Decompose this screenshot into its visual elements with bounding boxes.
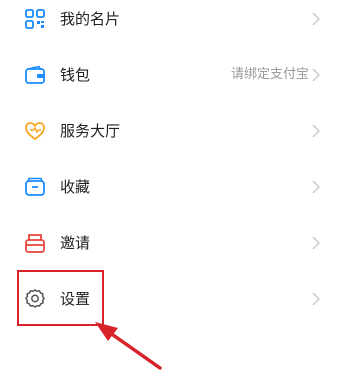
chevron-right-icon [311, 179, 321, 195]
menu-item-label: 邀请 [60, 234, 91, 252]
menu-item-service-hall[interactable]: 服务大厅 [0, 108, 341, 156]
chevron-right-icon [311, 11, 321, 27]
menu-item-label: 我的名片 [60, 10, 121, 28]
menu-item-wallet[interactable]: 钱包 请绑定支付宝 [0, 52, 341, 100]
chevron-right-icon [311, 291, 321, 307]
favorites-box-icon [24, 176, 46, 198]
profile-menu-page: 我的名片 钱包 请绑定支付宝 服务大厅 收藏 邀请 设置 [0, 0, 341, 374]
menu-item-label: 收藏 [60, 178, 91, 196]
chevron-right-icon [311, 67, 321, 83]
wallet-icon [24, 64, 46, 86]
menu-item-label: 钱包 [60, 66, 91, 84]
menu-item-business-card[interactable]: 我的名片 [0, 0, 341, 44]
alipay-bind-hint: 请绑定支付宝 [230, 67, 309, 82]
chevron-right-icon [311, 123, 321, 139]
menu-item-invite[interactable]: 邀请 [0, 220, 341, 268]
qr-card-icon [24, 8, 46, 30]
invite-icon [24, 232, 46, 254]
menu-item-favorites[interactable]: 收藏 [0, 164, 341, 212]
menu-item-label: 服务大厅 [60, 122, 121, 140]
heart-service-icon [24, 120, 46, 142]
chevron-right-icon [311, 235, 321, 251]
annotation-highlight-box [17, 270, 104, 326]
